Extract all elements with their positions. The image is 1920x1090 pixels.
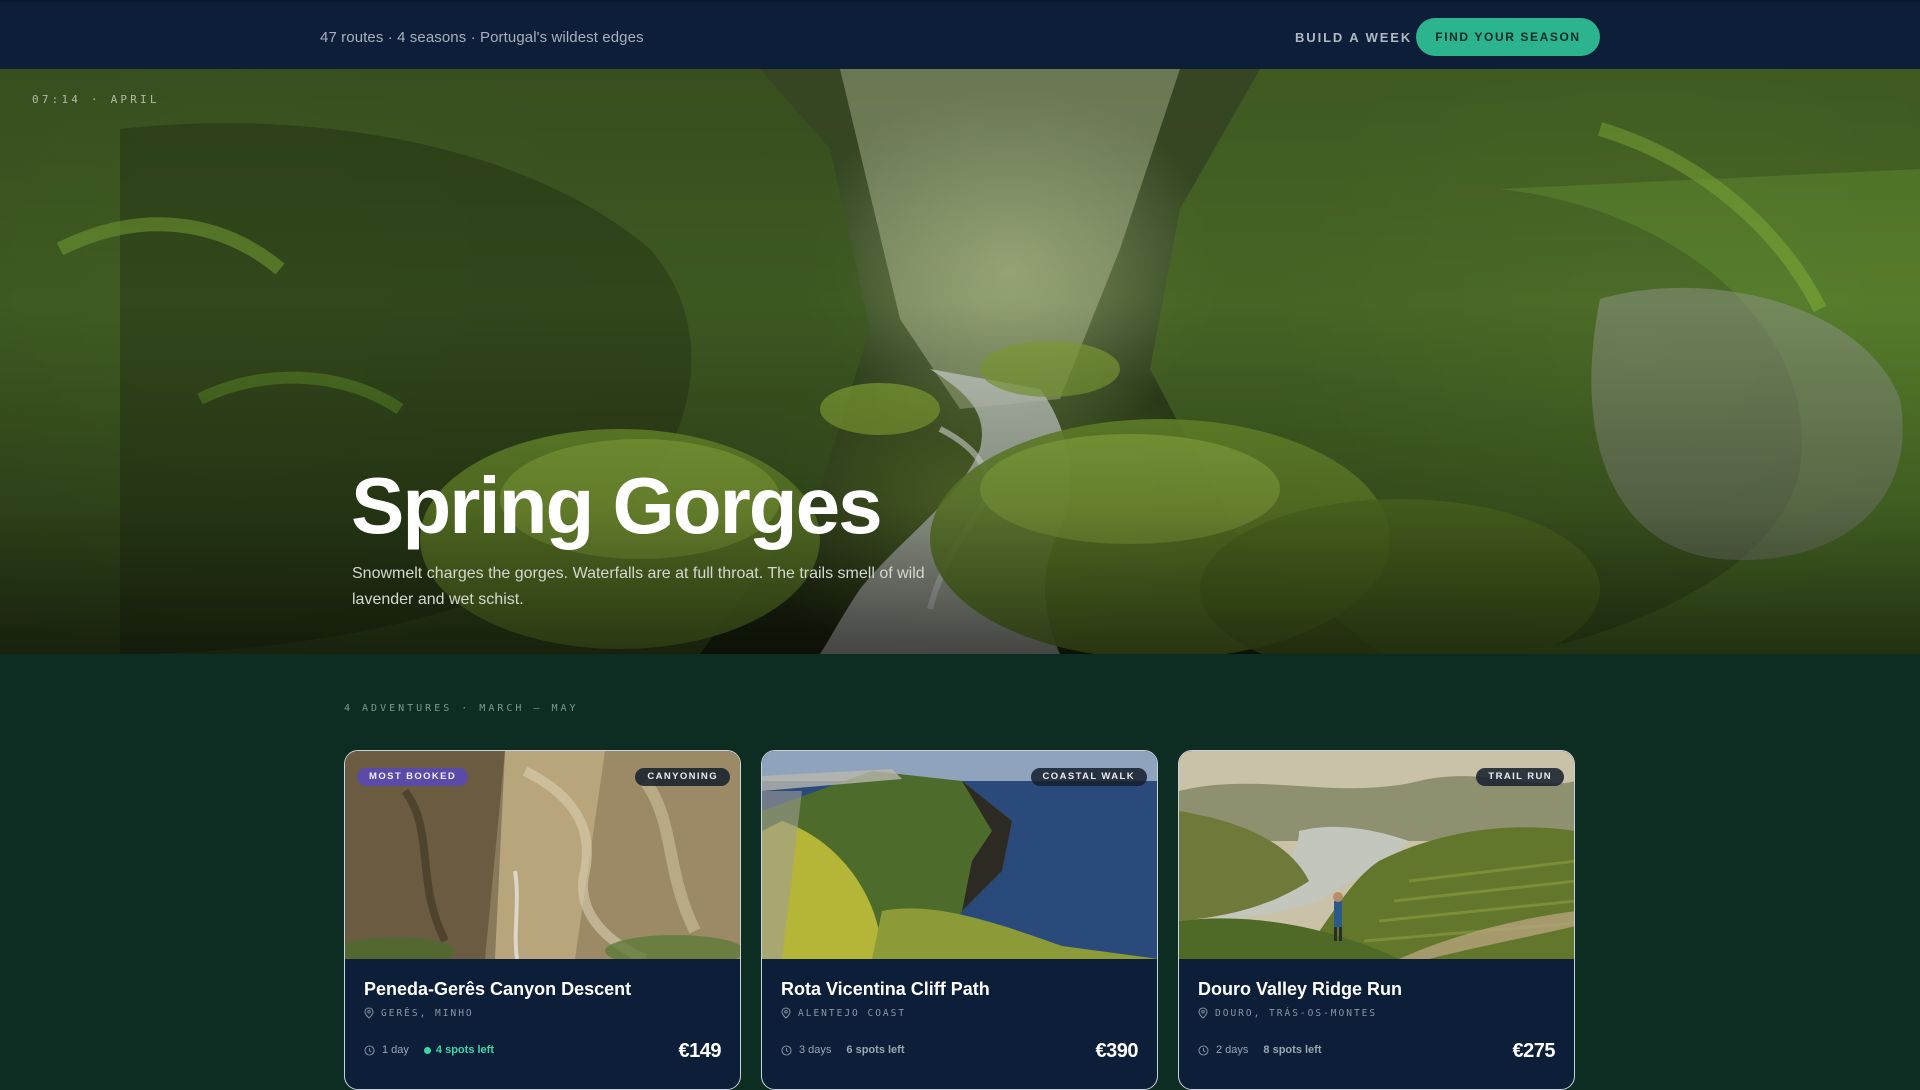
duration-text: 2 days: [1216, 1044, 1249, 1056]
hero-description: Snowmelt charges the gorges. Waterfalls …: [352, 565, 925, 608]
hero-overlay: [0, 69, 1920, 654]
spots-left-text: 6 spots left: [846, 1044, 905, 1056]
activity-type-badge: TRAIL RUN: [1476, 768, 1564, 786]
card-title: Peneda-Gerês Canyon Descent: [364, 979, 632, 999]
spots-left: 4 spots left: [423, 1044, 494, 1056]
location-pin-icon: [1198, 1007, 1208, 1019]
adventure-card-ridge-run[interactable]: TRAIL RUN Douro Valley Ridge Run DOURO, …: [1178, 750, 1575, 1090]
spots-left-text: 4 spots left: [435, 1044, 494, 1056]
card-price: €390: [1095, 1040, 1139, 1062]
card-price: €275: [1512, 1040, 1556, 1062]
top-bar: 47 routes · 4 seasons · Portugal's wilde…: [0, 0, 1920, 69]
clock-icon: [364, 1044, 375, 1056]
card-location: GERÊS, MINHO: [364, 1007, 474, 1019]
location-text: ALENTEJO COAST: [798, 1007, 907, 1019]
duration-text: 1 day: [382, 1044, 409, 1056]
card-meta: 2 days 8 spots left: [1198, 1044, 1322, 1056]
card-price: €149: [678, 1040, 722, 1062]
adventures-section-label: 4 ADVENTURES · MARCH — MAY: [344, 703, 579, 714]
build-a-week-link[interactable]: BUILD A WEEK: [1295, 30, 1412, 45]
activity-type-badge: COASTAL WALK: [1030, 768, 1147, 786]
duration-text: 3 days: [799, 1044, 832, 1056]
card-location: DOURO, TRÁS-OS-MONTES: [1198, 1007, 1377, 1019]
spots-left-text: 8 spots left: [1263, 1044, 1322, 1056]
most-booked-badge: MOST BOOKED: [357, 768, 469, 786]
hero-title: Spring Gorges: [351, 461, 883, 550]
activity-type-badge: CANYONING: [635, 768, 730, 786]
card-image-canyon: MOST BOOKED CANYONING: [345, 751, 740, 959]
availability-dot-icon: [423, 1046, 431, 1054]
location-text: GERÊS, MINHO: [381, 1007, 474, 1019]
site-tagline: 47 routes · 4 seasons · Portugal's wilde…: [320, 29, 644, 46]
card-image-douro: TRAIL RUN: [1179, 751, 1574, 959]
clock-icon: [781, 1044, 792, 1056]
clock-icon: [1198, 1044, 1209, 1056]
card-location: ALENTEJO COAST: [781, 1007, 906, 1019]
adventure-card-cliff-path[interactable]: COASTAL WALK Rota Vicentina Cliff Path A…: [761, 750, 1158, 1090]
hero-timestamp: 07:14 · APRIL: [32, 93, 160, 106]
card-meta: 1 day 4 spots left: [364, 1044, 494, 1056]
card-title: Rota Vicentina Cliff Path: [781, 979, 990, 999]
card-meta: 3 days 6 spots left: [781, 1044, 905, 1056]
find-your-season-button[interactable]: FIND YOUR SEASON: [1416, 18, 1600, 56]
location-pin-icon: [364, 1007, 374, 1019]
card-title: Douro Valley Ridge Run: [1198, 979, 1403, 999]
hero-banner: 07:14 · APRIL Spring Gorges Snowmelt cha…: [0, 69, 1920, 654]
location-pin-icon: [781, 1007, 791, 1019]
location-text: DOURO, TRÁS-OS-MONTES: [1215, 1007, 1378, 1019]
adventure-card-canyon[interactable]: MOST BOOKED CANYONING Peneda-Gerês Canyo…: [344, 750, 741, 1090]
card-image-cliff: COASTAL WALK: [762, 751, 1157, 959]
